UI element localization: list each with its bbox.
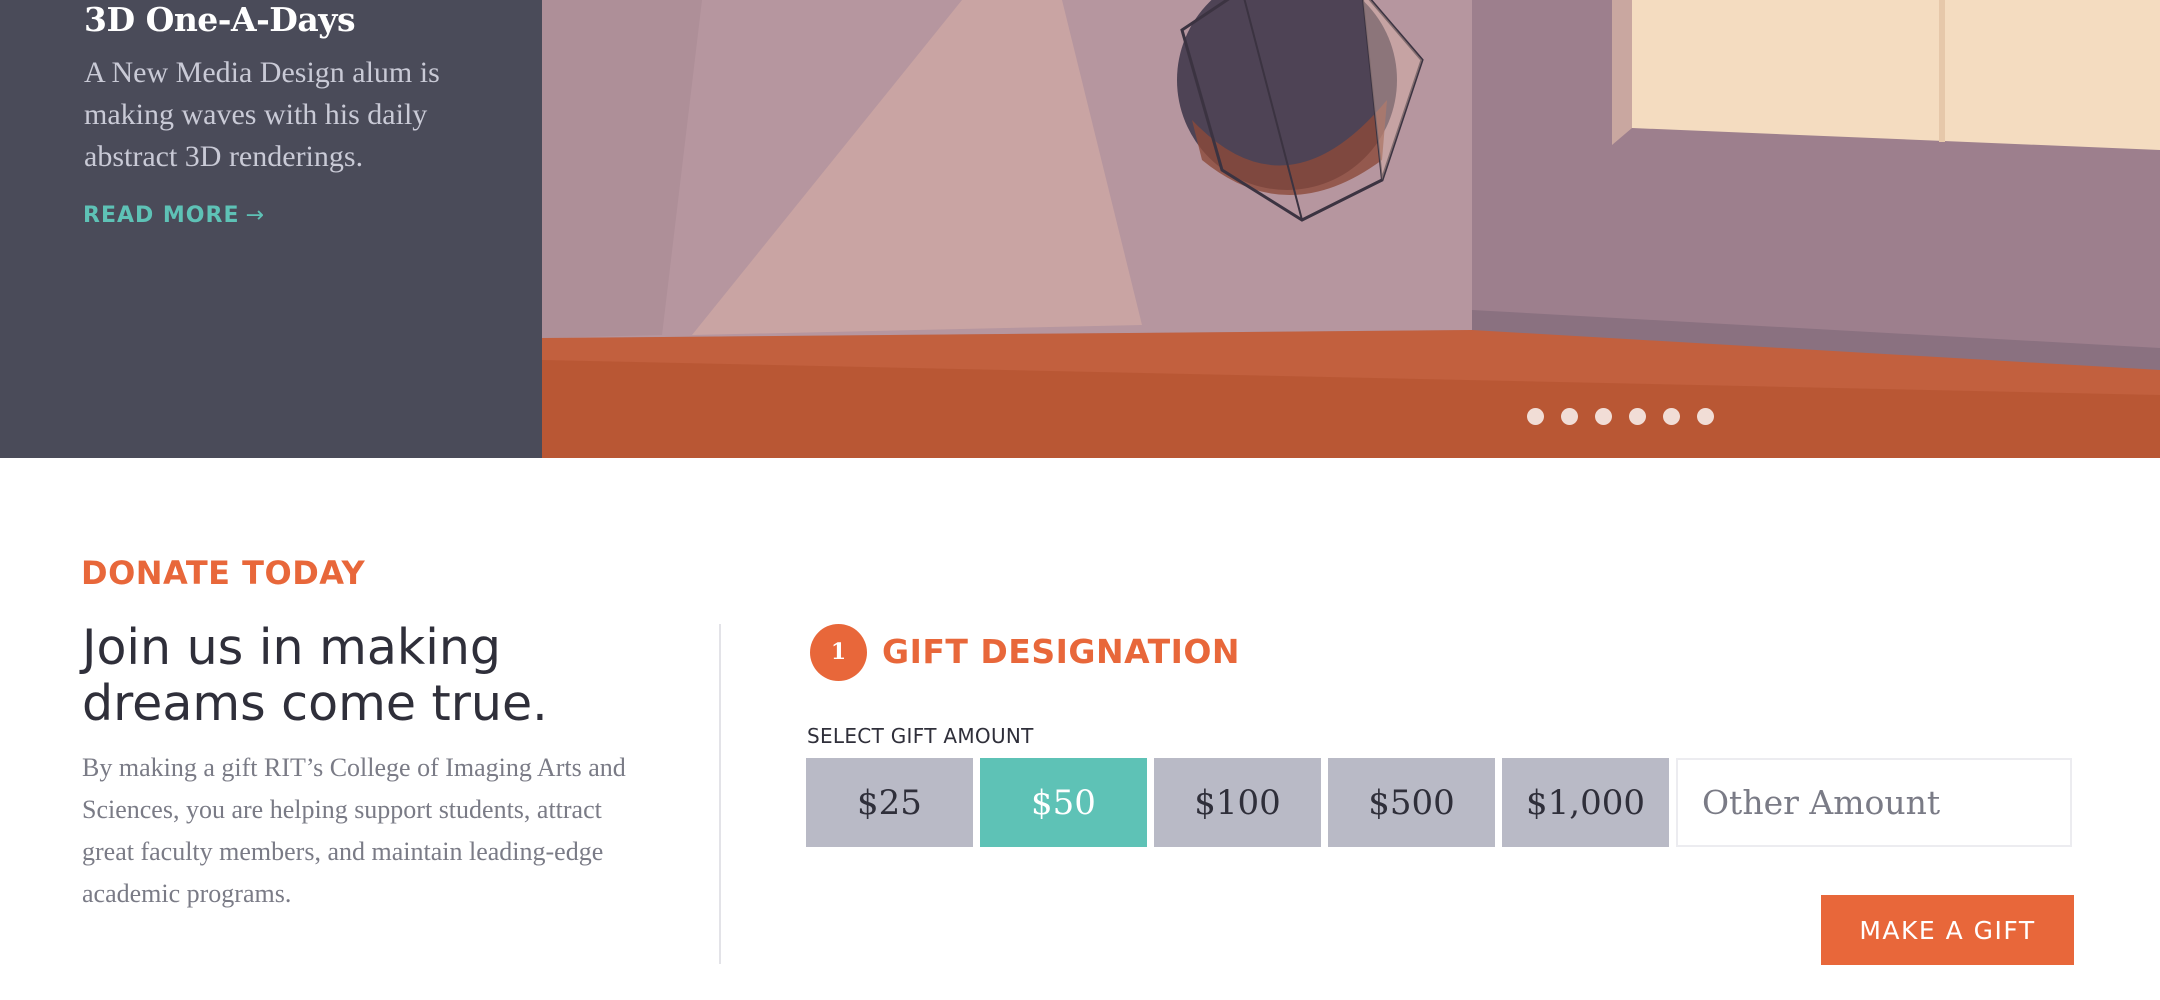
read-more-label: READ MORE — [83, 203, 240, 228]
amount-button-1000[interactable]: $1,000 — [1502, 758, 1669, 847]
amount-button-100[interactable]: $100 — [1154, 758, 1321, 847]
carousel-dot[interactable] — [1561, 408, 1578, 425]
amount-button-50[interactable]: $50 — [980, 758, 1147, 847]
donate-eyebrow: DONATE TODAY — [81, 554, 366, 592]
other-amount-input[interactable] — [1676, 758, 2072, 847]
gift-designation-title: GIFT DESIGNATION — [882, 632, 1241, 671]
donate-body-copy: By making a gift RIT’s College of Imagin… — [82, 753, 626, 908]
amount-button-25[interactable]: $25 — [806, 758, 973, 847]
carousel-dot[interactable] — [1629, 408, 1646, 425]
hero-carousel: 3D One-A-Days A New Media Design alum is… — [0, 0, 2160, 458]
carousel-dot[interactable] — [1595, 408, 1612, 425]
carousel-dot[interactable] — [1697, 408, 1714, 425]
donate-headline: Join us in making dreams come true. — [82, 619, 548, 732]
hero-description: A New Media Design alum is making waves … — [84, 56, 440, 173]
step-number-badge: 1 — [810, 624, 867, 681]
hero-caption-panel: 3D One-A-Days A New Media Design alum is… — [0, 0, 542, 458]
carousel-dot[interactable] — [1663, 408, 1680, 425]
carousel-dots — [1527, 408, 1714, 425]
make-a-gift-button[interactable]: MAKE A GIFT — [1821, 895, 2074, 965]
room-rendering-illustration — [542, 0, 2160, 458]
amount-button-500[interactable]: $500 — [1328, 758, 1495, 847]
hero-image — [542, 0, 2160, 458]
hero-title: 3D One-A-Days — [84, 0, 356, 39]
arrow-right-icon: → — [245, 203, 265, 228]
section-divider — [719, 624, 721, 964]
read-more-link[interactable]: READ MORE → — [83, 203, 265, 228]
gift-amount-options: $25 $50 $100 $500 $1,000 — [806, 758, 2072, 847]
carousel-dot[interactable] — [1527, 408, 1544, 425]
select-amount-label: SELECT GIFT AMOUNT — [807, 724, 1034, 748]
